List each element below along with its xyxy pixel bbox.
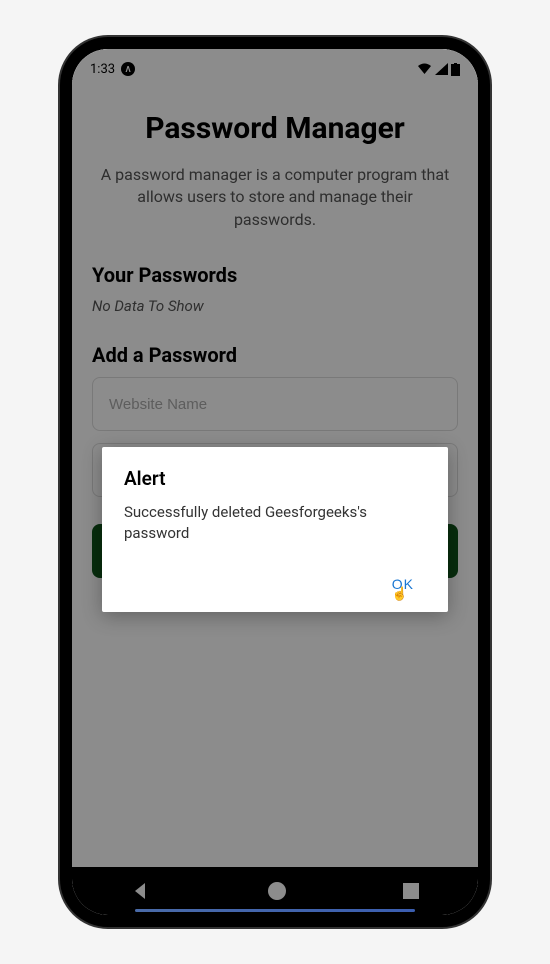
alert-dialog: Alert Successfully deleted Geesforgeeks'… xyxy=(102,447,448,612)
phone-frame: 1:33 Λ Password Manager A password manag… xyxy=(60,37,490,927)
cursor-icon: ☝ xyxy=(392,586,409,602)
alert-message: Successfully deleted Geesforgeeks's pass… xyxy=(124,502,426,544)
alert-ok-button[interactable]: OK ☝ xyxy=(380,568,426,600)
alert-title: Alert xyxy=(124,467,426,490)
screen: 1:33 Λ Password Manager A password manag… xyxy=(72,49,478,915)
alert-actions: OK ☝ xyxy=(124,568,426,600)
home-indicator xyxy=(135,909,415,912)
